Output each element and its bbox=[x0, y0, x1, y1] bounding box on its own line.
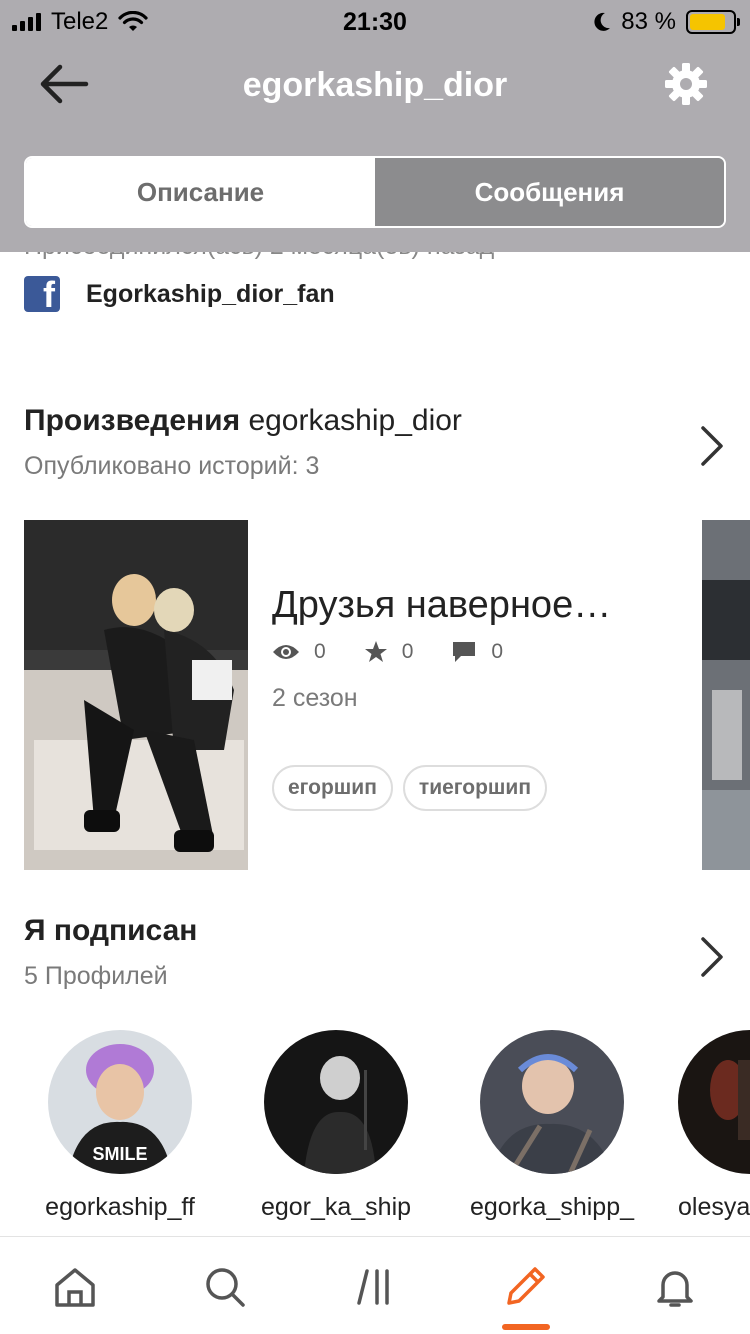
tab-home[interactable] bbox=[45, 1257, 105, 1317]
profile-item[interactable]: egor_ka_ship bbox=[246, 1030, 426, 1222]
bottom-tab-bar bbox=[0, 1236, 750, 1334]
avatar: SMILE bbox=[48, 1030, 192, 1174]
votes-count: 0 bbox=[401, 640, 414, 663]
tab-description[interactable]: Описание bbox=[26, 158, 375, 226]
story-tags: егоршип тиегоршип bbox=[272, 765, 548, 811]
search-icon bbox=[206, 1268, 245, 1307]
profile-item[interactable]: egorka_shipp_ bbox=[462, 1030, 642, 1222]
views-stat: 0 bbox=[272, 640, 326, 664]
works-title-user: egorkaship_dior bbox=[248, 404, 462, 437]
home-icon bbox=[55, 1268, 95, 1307]
tag-chip[interactable]: тиегоршип bbox=[402, 765, 548, 811]
tab-write[interactable] bbox=[495, 1257, 555, 1317]
following-profiles: SMILE egorkaship_ff egor_ka_ship egorka_… bbox=[0, 1030, 750, 1230]
tab-messages[interactable]: Сообщения bbox=[375, 158, 724, 226]
profile-item[interactable]: SMILE egorkaship_ff bbox=[30, 1030, 210, 1222]
profile-name: egorka_shipp_ bbox=[469, 1193, 634, 1221]
facebook-icon: f bbox=[24, 276, 60, 312]
active-tab-indicator bbox=[502, 1324, 550, 1330]
battery-percent: 83 % bbox=[621, 8, 676, 35]
story-cover-image[interactable] bbox=[24, 520, 248, 870]
profile-name: egorkaship_ff bbox=[45, 1193, 195, 1221]
eye-icon bbox=[273, 645, 299, 659]
nav-row: egorkaship_dior bbox=[0, 42, 750, 132]
chevron-right-icon[interactable] bbox=[698, 935, 726, 979]
gear-icon[interactable] bbox=[664, 62, 708, 106]
profile-item[interactable]: olesya bbox=[678, 1030, 750, 1222]
tab-search[interactable] bbox=[195, 1257, 255, 1317]
story-season: 2 сезон bbox=[272, 684, 358, 712]
tag-chip[interactable]: егоршип bbox=[272, 765, 393, 811]
avatar bbox=[480, 1030, 624, 1176]
avatar bbox=[264, 1030, 408, 1174]
svg-text:SMILE: SMILE bbox=[92, 1144, 147, 1164]
comments-stat: 0 bbox=[451, 640, 503, 664]
story-stats: 0 0 0 bbox=[272, 640, 541, 664]
following-subtitle: 5 Профилей bbox=[24, 962, 168, 990]
works-title-bold: Произведения bbox=[24, 404, 241, 437]
moon-icon bbox=[594, 12, 611, 31]
avatar bbox=[678, 1030, 750, 1174]
tab-library[interactable] bbox=[345, 1257, 405, 1317]
chevron-right-icon[interactable] bbox=[698, 424, 726, 468]
following-title-text: Я подписан bbox=[24, 914, 198, 947]
profile-name: egor_ka_ship bbox=[260, 1193, 412, 1221]
battery-fill bbox=[690, 14, 725, 30]
status-bar: Tele2 21:30 83 % bbox=[0, 0, 750, 42]
profile-name: olesya bbox=[678, 1193, 750, 1221]
comments-count: 0 bbox=[491, 640, 504, 663]
following-title: Я подписан bbox=[24, 914, 197, 948]
tab-notifications[interactable] bbox=[645, 1257, 705, 1317]
works-title: Произведения egorkaship_dior bbox=[24, 404, 462, 438]
status-right: 83 % bbox=[593, 8, 740, 36]
story-title[interactable]: Друзья наверное… bbox=[272, 584, 611, 627]
star-icon bbox=[364, 641, 387, 662]
page-title: egorkaship_dior bbox=[242, 66, 508, 104]
bell-icon bbox=[657, 1271, 693, 1307]
library-icon bbox=[357, 1269, 389, 1305]
top-bar: Tele2 21:30 83 % egorkaship_dior Описани… bbox=[0, 0, 750, 252]
comment-icon bbox=[453, 642, 476, 662]
next-story-cover-image[interactable] bbox=[702, 520, 750, 870]
facebook-name: Egorkaship_dior_fan bbox=[86, 279, 335, 308]
battery-icon bbox=[686, 10, 740, 34]
segmented-control: Описание Сообщения bbox=[24, 156, 726, 228]
write-icon bbox=[507, 1267, 545, 1305]
facebook-link[interactable]: f Egorkaship_dior_fan bbox=[24, 276, 335, 312]
works-subtitle: Опубликовано историй: 3 bbox=[24, 452, 320, 480]
votes-stat: 0 bbox=[364, 640, 414, 664]
views-count: 0 bbox=[314, 640, 326, 663]
